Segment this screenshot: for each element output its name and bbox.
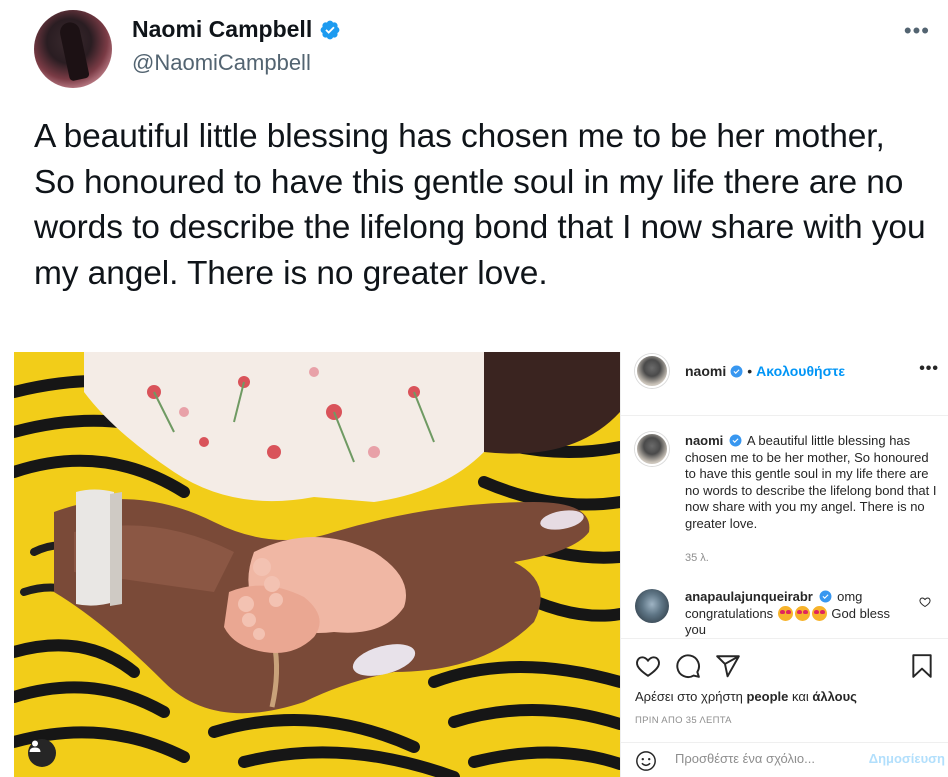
commenter-avatar[interactable]: [635, 589, 669, 623]
baby-feet-photo-illustration: [14, 352, 620, 777]
verified-badge-icon: [819, 590, 831, 603]
comment-input[interactable]: Προσθέστε ένα σχόλιο...: [675, 751, 815, 766]
emoji-smiley-icon[interactable]: [635, 750, 657, 772]
comment-text: anapaulajunqueirabr omg congratulations …: [685, 589, 905, 638]
post-header: naomi • Ακολουθήστε •••: [621, 352, 948, 416]
heart-eyes-emoji-icon: [794, 605, 810, 621]
verified-badge-icon: [730, 365, 743, 377]
profile-avatar[interactable]: [635, 354, 669, 388]
tweet-text: A beautiful little blessing has chosen m…: [34, 118, 926, 292]
commenter-username[interactable]: anapaulajunqueirabr: [685, 589, 813, 604]
caption-username[interactable]: naomi: [685, 433, 723, 448]
separator-dot: •: [747, 363, 753, 379]
caption-body: A beautiful little blessing has chosen m…: [685, 433, 937, 531]
instagram-embed: naomi • Ακολουθήστε ••• naomi A beautifu…: [14, 352, 948, 777]
likes-prefix: Αρέσει στο χρήστη: [635, 689, 743, 704]
caption-text: naomi A beautiful little blessing has ch…: [685, 433, 937, 532]
comments-section[interactable]: naomi A beautiful little blessing has ch…: [621, 416, 948, 638]
post-timestamp[interactable]: ΠΡΙΝ ΑΠΟ 35 ΛΕΠΤΑ: [635, 715, 732, 726]
save-bookmark-icon[interactable]: [909, 653, 935, 679]
tweet-avatar[interactable]: [34, 10, 112, 88]
share-paper-plane-icon[interactable]: [715, 653, 741, 679]
likes-summary: Αρέσει στο χρήστη people και άλλους: [635, 689, 857, 704]
add-comment-bar: Προσθέστε ένα σχόλιο... Δημοσίευση: [621, 742, 948, 777]
like-heart-icon[interactable]: [635, 653, 661, 679]
heart-eyes-emoji-icon: [811, 605, 827, 621]
follow-button[interactable]: Ακολουθήστε: [756, 363, 845, 379]
post-actions: Αρέσει στο χρήστη people και άλλους ΠΡΙΝ…: [621, 638, 948, 742]
verified-badge-icon: [729, 434, 742, 447]
likes-others-link[interactable]: άλλους: [812, 689, 857, 704]
tweet-more-icon[interactable]: •••: [904, 18, 930, 44]
verified-badge-icon: [320, 20, 340, 39]
tweet-author-name[interactable]: Naomi Campbell: [132, 16, 341, 43]
caption-time: 35 λ.: [685, 552, 709, 564]
post-options-icon[interactable]: •••: [919, 360, 939, 378]
post-author: naomi • Ακολουθήστε: [685, 363, 845, 379]
post-comment-button[interactable]: Δημοσίευση: [869, 751, 945, 766]
likes-user-link[interactable]: people: [746, 689, 788, 704]
tagged-users-icon[interactable]: [28, 739, 56, 767]
post-photo[interactable]: [14, 352, 620, 777]
likes-mid: και: [792, 689, 809, 704]
tweet-card: Naomi Campbell @NaomiCampbell ••• A beau…: [0, 0, 948, 320]
comment-like-heart-icon[interactable]: [919, 596, 931, 608]
post-sidebar: naomi • Ακολουθήστε ••• naomi A beautifu…: [620, 352, 948, 777]
post-username[interactable]: naomi: [685, 363, 726, 379]
caption-avatar[interactable]: [635, 432, 669, 466]
tweet-author-name-text[interactable]: Naomi Campbell: [132, 16, 312, 43]
comment-bubble-icon[interactable]: [675, 653, 701, 679]
tweet-author-handle[interactable]: @NaomiCampbell: [132, 50, 311, 76]
heart-eyes-emoji-icon: [777, 605, 793, 621]
